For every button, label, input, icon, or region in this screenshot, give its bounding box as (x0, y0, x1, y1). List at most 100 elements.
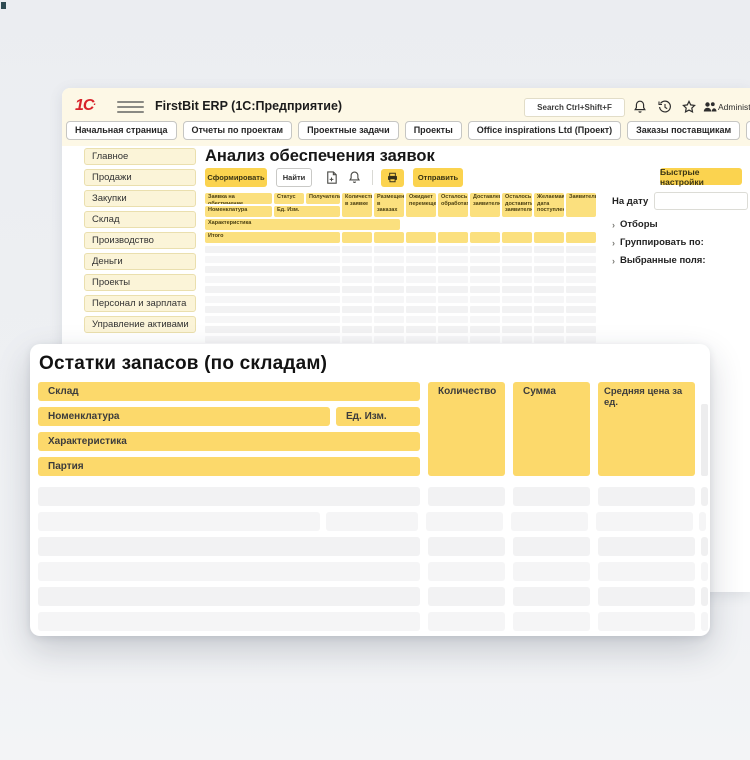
column-header[interactable]: Ед. Изм. (274, 206, 340, 217)
row-sum-cell (513, 562, 590, 581)
sidebar-item[interactable]: Персонал и зарплата (84, 295, 196, 312)
row-value-cell (534, 276, 564, 283)
batch-field[interactable]: Партия (38, 457, 420, 476)
table-header-row-3: Характеристика (205, 219, 400, 230)
row-avg-cell (598, 612, 695, 631)
sidebar-item[interactable]: Закупки (84, 190, 196, 207)
column-header[interactable]: Ожидает перемещения (406, 193, 436, 217)
row-value-cell (438, 306, 468, 313)
table-row (205, 296, 596, 303)
tab[interactable]: Проекты (405, 121, 462, 140)
row-main-cell (205, 336, 340, 343)
row-quantity-cell (428, 487, 505, 506)
send-button[interactable]: Отправить (413, 168, 463, 187)
total-value-cell (566, 232, 596, 243)
history-icon[interactable] (657, 99, 673, 115)
row-value-cell (534, 286, 564, 293)
row-main-cell (38, 562, 420, 581)
tab[interactable]: Office inspirations Ltd (Проект) (468, 121, 621, 140)
quantity-column[interactable]: Количество (428, 382, 505, 476)
stock-row (38, 487, 708, 506)
row-main-cell (205, 326, 340, 333)
generate-button[interactable]: Сформировать (205, 168, 267, 187)
table-body-rows (205, 246, 596, 343)
sidebar-menu: Главное Продажи Закупки Склад Производство Де… (84, 148, 196, 333)
row-value-cell (566, 266, 596, 273)
row-value-cell (534, 296, 564, 303)
row-quantity-cell (428, 537, 505, 556)
table-row (205, 246, 596, 253)
settings-section[interactable]: ›Выбранные поля: (612, 255, 706, 266)
settings-section[interactable]: ›Группировать по: (612, 237, 706, 248)
tab[interactable]: Проектные задачи (298, 121, 399, 140)
tab[interactable]: Анализ обеспечения заявок (746, 121, 750, 140)
column-header[interactable]: Заявка на обеспечение (205, 193, 272, 204)
warehouse-field[interactable]: Склад (38, 382, 420, 401)
sidebar-item[interactable]: Управление активами (84, 316, 196, 333)
row-quantity-cell (426, 512, 503, 531)
table-row (205, 266, 596, 273)
sidebar-item[interactable]: Главное (84, 148, 196, 165)
row-value-cell (566, 326, 596, 333)
column-header[interactable]: Номенклатура (205, 206, 272, 217)
row-value-cell (502, 276, 532, 283)
sidebar-item[interactable]: Продажи (84, 169, 196, 186)
users-icon[interactable] (702, 99, 718, 115)
characteristic-field[interactable]: Характеристика (38, 432, 420, 451)
row-value-cell (502, 326, 532, 333)
new-document-icon[interactable] (324, 170, 339, 185)
quick-settings-button[interactable]: Быстрые настройки (660, 168, 742, 185)
unit-field[interactable]: Ед. Изм. (336, 407, 420, 426)
row-avg-cell (598, 562, 695, 581)
row-value-cell (406, 316, 436, 323)
row-value-cell (566, 256, 596, 263)
row-sum-cell (513, 487, 590, 506)
column-header[interactable]: Характеристика (205, 219, 400, 230)
stock-row (38, 537, 708, 556)
column-header[interactable]: Количество в заявке (342, 193, 372, 217)
row-value-cell (342, 296, 372, 303)
on-date-input[interactable] (654, 192, 748, 210)
tab[interactable]: Отчеты по проектам (183, 121, 293, 140)
tab[interactable]: Заказы поставщикам (627, 121, 740, 140)
total-label-cell: Итого (205, 232, 340, 243)
column-header[interactable]: Желаемая дата поступления (534, 193, 564, 217)
bell-icon[interactable] (347, 170, 362, 185)
row-value-cell (342, 316, 372, 323)
row-value-cell (502, 336, 532, 343)
row-value-cell (502, 286, 532, 293)
column-header[interactable]: Статус (274, 193, 304, 204)
sum-column[interactable]: Сумма (513, 382, 590, 476)
search-input[interactable] (524, 98, 625, 117)
row-value-cell (470, 266, 500, 273)
settings-section[interactable]: ›Отборы (612, 219, 706, 230)
column-header[interactable]: Доставлено заявителю (470, 193, 500, 217)
find-button[interactable]: Найти (276, 168, 312, 187)
star-icon[interactable] (681, 99, 697, 115)
row-value-cell (342, 306, 372, 313)
total-value-cell (502, 232, 532, 243)
hamburger-menu-icon[interactable] (117, 101, 144, 113)
column-header[interactable]: Заявитель (566, 193, 596, 217)
printer-icon[interactable] (381, 169, 404, 187)
column-header[interactable]: Получатель (306, 193, 340, 204)
tab[interactable]: Начальная страница (66, 121, 177, 140)
row-value-cell (374, 246, 404, 253)
sidebar-item[interactable]: Деньги (84, 253, 196, 270)
nomenclature-field[interactable]: Номенклатура (38, 407, 330, 426)
column-header[interactable]: Размещено в заказах (374, 193, 404, 217)
bell-icon[interactable] (632, 99, 648, 115)
average-price-column[interactable]: Средняя цена за ед. (598, 382, 695, 476)
column-header[interactable]: Осталось доставить заявителю (502, 193, 532, 217)
current-user-label[interactable]: Administrator (718, 102, 750, 112)
row-value-cell (566, 306, 596, 313)
sidebar-item[interactable]: Проекты (84, 274, 196, 291)
sidebar-item[interactable]: Склад (84, 211, 196, 228)
row-value-cell (470, 276, 500, 283)
sidebar-item[interactable]: Производство (84, 232, 196, 249)
table-header-row-2: Номенклатура Ед. Изм. (205, 206, 340, 217)
row-edge-sliver (701, 562, 708, 581)
row-edge-sliver (701, 587, 708, 606)
numeric-column-headers: Количество в заявкеРазмещено в заказахОж… (342, 193, 596, 217)
column-header[interactable]: Осталось обработать (438, 193, 468, 217)
